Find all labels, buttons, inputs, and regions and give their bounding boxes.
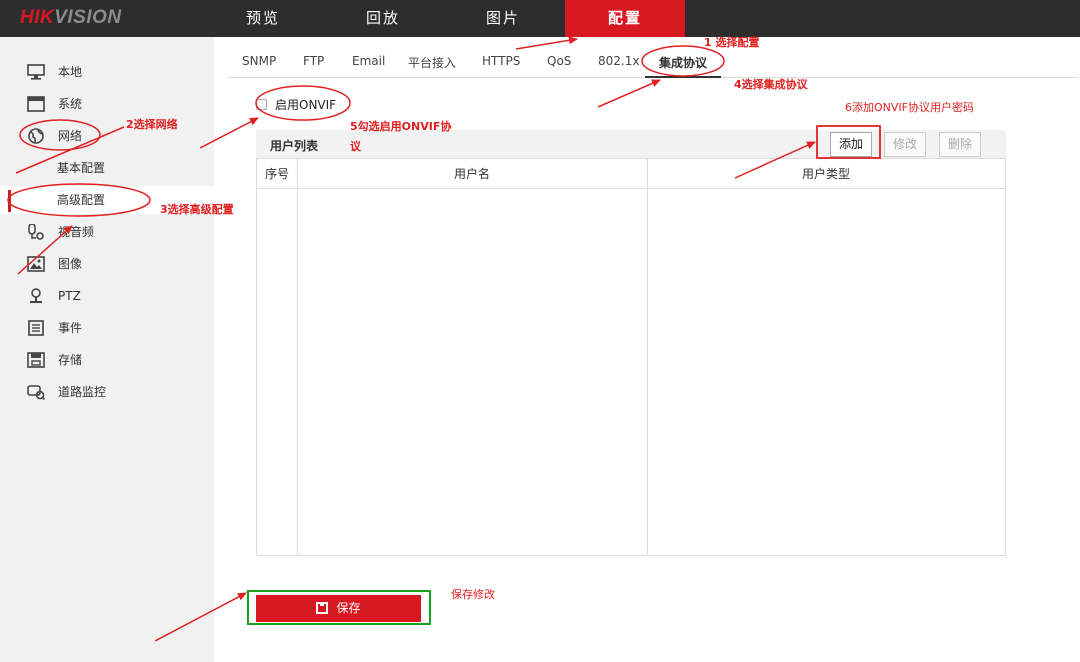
sidebar-item-storage[interactable]: 存储 bbox=[0, 346, 214, 374]
monitor-icon bbox=[27, 64, 45, 80]
user-list-header: 用户列表 添加 修改 删除 bbox=[256, 130, 1006, 158]
globe-icon bbox=[28, 128, 44, 144]
sidebar-item-label: 基本配置 bbox=[57, 161, 106, 175]
tab-email[interactable]: Email bbox=[352, 54, 385, 72]
event-icon bbox=[28, 320, 44, 336]
save-icon bbox=[316, 602, 329, 614]
nav-configuration[interactable]: 配置 bbox=[565, 0, 685, 37]
sidebar: 本地 系统 网络 基本配置 高级配置 视音频 图像 PTZ 事件 存储 道路监控 bbox=[0, 37, 214, 662]
tab-integration-protocol[interactable]: 集成协议 bbox=[659, 54, 707, 72]
mic-icon bbox=[28, 224, 44, 240]
column-header-index: 序号 bbox=[264, 167, 289, 181]
sidebar-item-label: 存储 bbox=[58, 353, 83, 367]
sidebar-item-label: 视音频 bbox=[58, 225, 95, 239]
ptz-icon bbox=[30, 288, 42, 303]
sidebar-item-video-audio[interactable]: 视音频 bbox=[0, 218, 214, 246]
nav-picture[interactable]: 图片 bbox=[443, 0, 563, 37]
sidebar-item-label: 高级配置 bbox=[57, 193, 106, 207]
sidebar-subitem-basic-config[interactable]: 基本配置 bbox=[0, 154, 214, 182]
tab-8021x[interactable]: 802.1x bbox=[598, 54, 639, 72]
annotation-arrow bbox=[597, 79, 661, 108]
sidebar-item-label: 事件 bbox=[58, 321, 83, 335]
user-table: 序号 用户名 用户类型 bbox=[256, 158, 1006, 556]
sidebar-item-label: 本地 bbox=[58, 65, 83, 79]
sidebar-item-label: 图像 bbox=[58, 257, 83, 271]
annotation-step-5-cont: 议 bbox=[350, 140, 361, 153]
sidebar-item-network[interactable]: 网络 bbox=[0, 122, 214, 150]
active-indicator bbox=[8, 190, 11, 212]
annotation-step-2: 2选择网络 bbox=[126, 118, 178, 131]
sidebar-item-system[interactable]: 系统 bbox=[0, 90, 214, 118]
window-icon bbox=[27, 96, 45, 112]
annotation-step-5: 5勾选启用ONVIF协 bbox=[350, 120, 452, 133]
add-user-button[interactable]: 添加 bbox=[830, 132, 872, 157]
tab-https[interactable]: HTTPS bbox=[482, 54, 520, 72]
sidebar-item-local[interactable]: 本地 bbox=[0, 58, 214, 86]
tab-platform-access[interactable]: 平台接入 bbox=[408, 54, 456, 72]
sidebar-item-event[interactable]: 事件 bbox=[0, 314, 214, 342]
annotation-arrow bbox=[515, 36, 578, 50]
hikvision-logo: HIKVISION bbox=[20, 7, 122, 28]
road-monitor-icon bbox=[27, 385, 45, 400]
column-header-user-type: 用户类型 bbox=[801, 167, 850, 181]
enable-onvif-checkbox[interactable] bbox=[256, 99, 267, 110]
annotation-step-4: 4选择集成协议 bbox=[734, 78, 808, 91]
nav-playback[interactable]: 回放 bbox=[323, 0, 443, 37]
column-divider bbox=[297, 159, 298, 555]
edit-user-button[interactable]: 修改 bbox=[884, 132, 926, 157]
enable-onvif-label: 启用ONVIF bbox=[275, 98, 337, 112]
annotation-step-3: 3选择高级配置 bbox=[160, 203, 234, 216]
sidebar-item-label: PTZ bbox=[58, 289, 81, 303]
nav-preview[interactable]: 预览 bbox=[203, 0, 323, 37]
delete-user-button[interactable]: 删除 bbox=[939, 132, 981, 157]
column-divider bbox=[647, 159, 648, 555]
top-bar: HIKVISION 预览 回放 图片 配置 bbox=[0, 0, 1080, 37]
image-icon bbox=[27, 256, 45, 272]
sidebar-item-road-monitoring[interactable]: 道路监控 bbox=[0, 378, 214, 406]
annotation-save: 保存修改 bbox=[451, 588, 495, 601]
save-button[interactable]: 保存 bbox=[256, 595, 421, 622]
active-tab-underline bbox=[645, 76, 721, 78]
sidebar-item-label: 系统 bbox=[58, 97, 83, 111]
column-header-username: 用户名 bbox=[453, 167, 490, 181]
sidebar-item-label: 网络 bbox=[58, 129, 83, 143]
save-label: 保存 bbox=[336, 601, 361, 615]
user-table-header: 序号 用户名 用户类型 bbox=[257, 159, 1005, 189]
annotation-step-6: 6添加ONVIF协议用户密码 bbox=[845, 101, 974, 114]
tab-qos[interactable]: QoS bbox=[547, 54, 571, 72]
tab-snmp[interactable]: SNMP bbox=[242, 54, 276, 72]
annotation-step-1: 1 选择配置 bbox=[704, 36, 760, 49]
storage-icon bbox=[27, 352, 45, 368]
sidebar-item-ptz[interactable]: PTZ bbox=[0, 282, 214, 310]
sidebar-item-image[interactable]: 图像 bbox=[0, 250, 214, 278]
user-list-title: 用户列表 bbox=[270, 139, 319, 153]
tab-ftp[interactable]: FTP bbox=[303, 54, 324, 72]
sidebar-item-label: 道路监控 bbox=[58, 385, 107, 399]
